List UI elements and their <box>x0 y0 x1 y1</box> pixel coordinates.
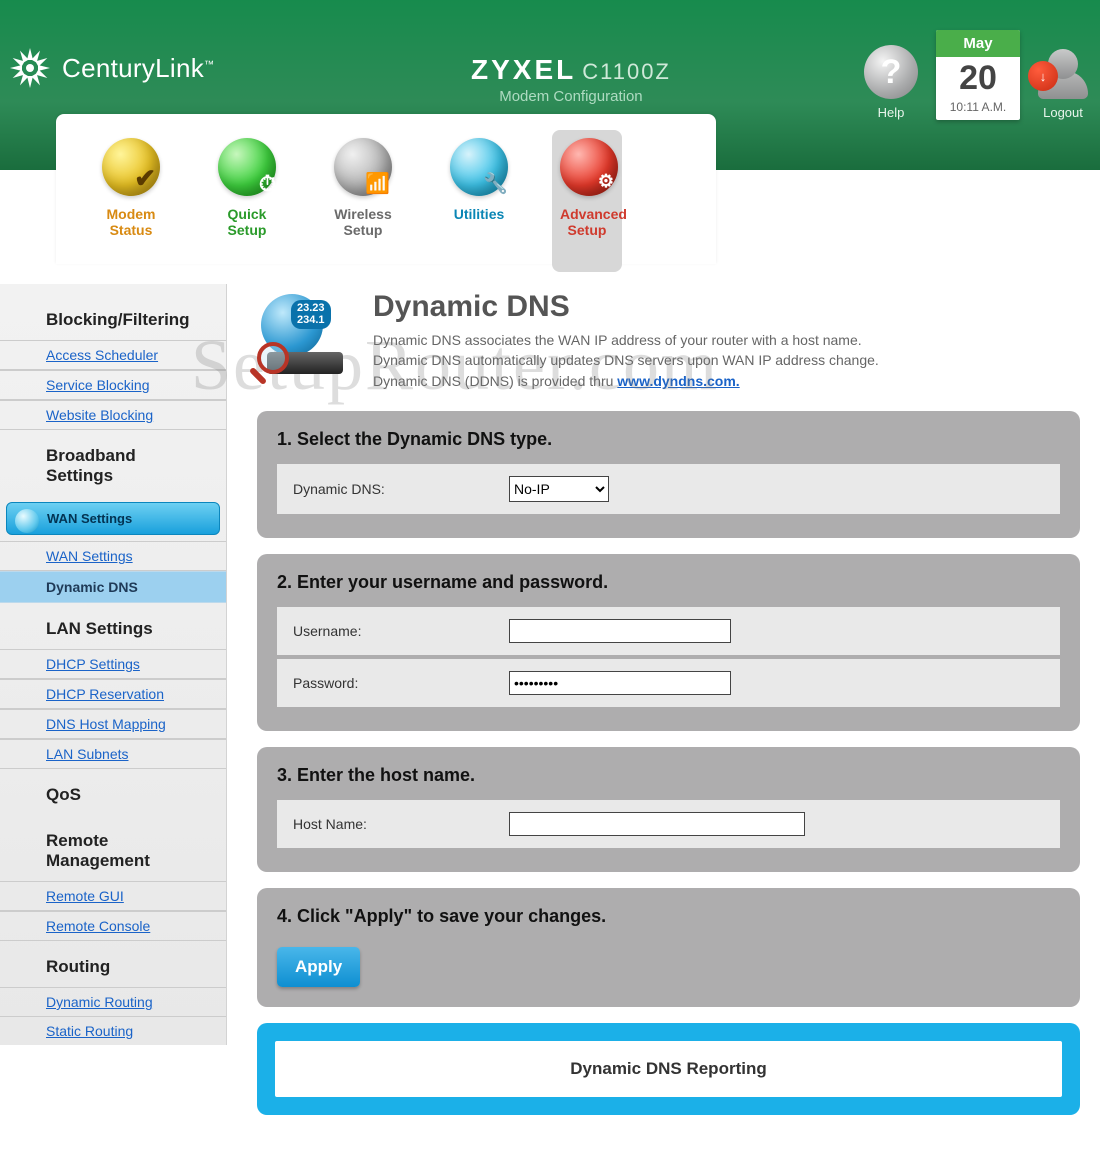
dyndns-link[interactable]: www.dyndns.com. <box>617 373 739 389</box>
step-4: 4. Click "Apply" to save your changes. A… <box>257 888 1080 1007</box>
hostname-input[interactable] <box>509 812 805 836</box>
modem-status-icon: ✔ <box>102 138 160 196</box>
sidebar-item-dhcp-reservation[interactable]: DHCP Reservation <box>0 679 226 709</box>
content: SetupRouter.com 23.23234.1 Dynamic DNS D… <box>227 284 1100 1155</box>
step-3-title: 3. Enter the host name. <box>277 765 1060 786</box>
brand: CenturyLink™ <box>8 46 214 90</box>
sidebar-item-dhcp-settings[interactable]: DHCP Settings <box>0 649 226 679</box>
username-label: Username: <box>293 623 493 639</box>
apply-button[interactable]: Apply <box>277 947 360 987</box>
help-button[interactable]: ? Help <box>864 45 918 120</box>
page-description: Dynamic DNS associates the WAN IP addres… <box>373 330 879 391</box>
tab-modem-status[interactable]: ✔ ModemStatus <box>96 138 166 264</box>
advanced-setup-icon: ⚙ <box>560 138 618 196</box>
sidebar-group-blocking[interactable]: Blocking/Filtering <box>0 294 226 340</box>
device-title: ZYXELC1100Z Modem Configuration <box>471 54 671 105</box>
step-2: 2. Enter your username and password. Use… <box>257 554 1080 731</box>
sidebar-group-lan[interactable]: LAN Settings <box>0 603 226 649</box>
sidebar-group-remote[interactable]: Remote Management <box>0 815 226 881</box>
hostname-label: Host Name: <box>293 816 493 832</box>
sidebar-item-service-blocking[interactable]: Service Blocking <box>0 370 226 400</box>
page-title: Dynamic DNS <box>373 290 879 324</box>
sidebar-item-dns-host-mapping[interactable]: DNS Host Mapping <box>0 709 226 739</box>
sidebar-item-dynamic-dns[interactable]: Dynamic DNS <box>0 571 226 603</box>
ddns-report-title: Dynamic DNS Reporting <box>275 1041 1062 1097</box>
tab-wireless-setup[interactable]: 📶 WirelessSetup <box>328 138 398 264</box>
help-icon: ? <box>864 45 918 99</box>
sidebar-group-wan[interactable]: WAN Settings <box>6 502 220 535</box>
sidebar-item-remote-gui[interactable]: Remote GUI <box>0 881 226 911</box>
step-1-title: 1. Select the Dynamic DNS type. <box>277 429 1060 450</box>
sidebar-item-dynamic-routing[interactable]: Dynamic Routing <box>0 987 226 1017</box>
sidebar-item-access-scheduler[interactable]: Access Scheduler <box>0 340 226 370</box>
sidebar-group-routing[interactable]: Routing <box>0 941 226 987</box>
password-input[interactable] <box>509 671 731 695</box>
download-arrow-icon: ↓ <box>1028 61 1058 91</box>
utilities-icon: 🔧 <box>450 138 508 196</box>
top-nav: ✔ ModemStatus ⏱ QuickSetup 📶 WirelessSet… <box>56 114 716 264</box>
logout-button[interactable]: ↓ Logout <box>1038 49 1088 120</box>
centurylink-logo-icon <box>8 46 52 90</box>
ddns-type-label: Dynamic DNS: <box>293 481 493 497</box>
calendar-widget: May 20 10:11 A.M. <box>936 30 1020 120</box>
quick-setup-icon: ⏱ <box>218 138 276 196</box>
calendar-month: May <box>936 30 1020 57</box>
sidebar: Blocking/Filtering Access Scheduler Serv… <box>0 284 227 1045</box>
calendar-day: 20 <box>936 57 1020 100</box>
step-2-title: 2. Enter your username and password. <box>277 572 1060 593</box>
header: CenturyLink™ ZYXELC1100Z Modem Configura… <box>0 0 1100 170</box>
step-1: 1. Select the Dynamic DNS type. Dynamic … <box>257 411 1080 538</box>
wireless-setup-icon: 📶 <box>334 138 392 196</box>
sidebar-item-lan-subnets[interactable]: LAN Subnets <box>0 739 226 769</box>
username-input[interactable] <box>509 619 731 643</box>
step-4-title: 4. Click "Apply" to save your changes. <box>277 906 1060 927</box>
tab-quick-setup[interactable]: ⏱ QuickSetup <box>212 138 282 264</box>
brand-name: CenturyLink™ <box>62 53 214 84</box>
calendar-time: 10:11 A.M. <box>936 100 1020 120</box>
ddns-hero-icon: 23.23234.1 <box>257 290 349 382</box>
step-3: 3. Enter the host name. Host Name: <box>257 747 1080 872</box>
sidebar-item-wan-settings[interactable]: WAN Settings <box>0 541 226 571</box>
ddns-type-select[interactable]: No-IP <box>509 476 609 502</box>
user-icon: ↓ <box>1038 49 1088 99</box>
tab-utilities[interactable]: 🔧 Utilities <box>444 138 514 264</box>
sidebar-item-website-blocking[interactable]: Website Blocking <box>0 400 226 430</box>
password-label: Password: <box>293 675 493 691</box>
tab-advanced-setup[interactable]: ⚙ AdvancedSetup <box>552 130 622 272</box>
sidebar-item-remote-console[interactable]: Remote Console <box>0 911 226 941</box>
sidebar-group-qos[interactable]: QoS <box>0 769 226 815</box>
sidebar-group-broadband[interactable]: Broadband Settings <box>0 430 226 496</box>
ddns-report-panel: Dynamic DNS Reporting <box>257 1023 1080 1115</box>
